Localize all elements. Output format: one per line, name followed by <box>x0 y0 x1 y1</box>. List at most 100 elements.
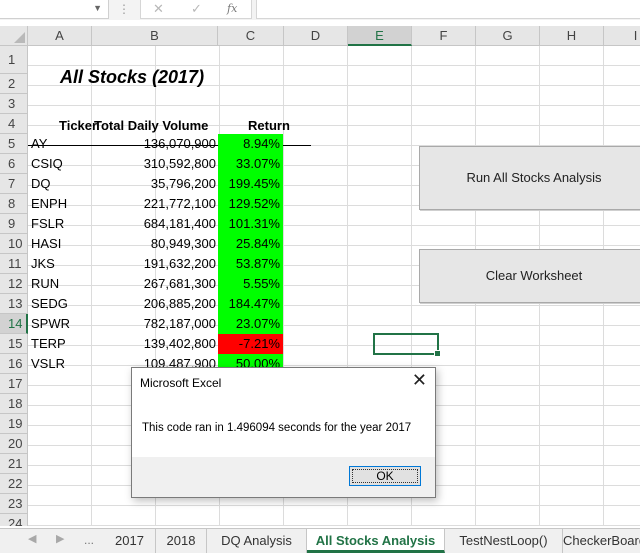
sheet-tab[interactable]: All Stocks Analysis <box>307 529 445 553</box>
ticker-cell[interactable]: RUN <box>31 274 93 294</box>
row-header-23[interactable]: 23 <box>0 494 28 514</box>
row-header-3[interactable]: 3 <box>0 94 28 114</box>
row-header-2[interactable]: 2 <box>0 74 28 94</box>
return-cell[interactable]: 33.07% <box>218 154 283 174</box>
ticker-cell[interactable]: ENPH <box>31 194 93 214</box>
volume-cell[interactable]: 221,772,100 <box>92 194 218 214</box>
sheet-title[interactable]: All Stocks (2017) <box>60 66 204 87</box>
drag-handle-icon[interactable]: ⋮ <box>118 2 131 16</box>
volume-cell[interactable]: 267,681,300 <box>92 274 218 294</box>
tab-prev-icon[interactable]: ◀ <box>28 532 36 545</box>
ticker-cell[interactable]: SPWR <box>31 314 93 334</box>
cancel-icon[interactable]: ✕ <box>153 1 164 17</box>
volume-cell[interactable]: 206,885,200 <box>92 294 218 314</box>
return-cell[interactable]: -7.21% <box>218 334 283 354</box>
row-header-21[interactable]: 21 <box>0 454 28 474</box>
sheet-tabs-bar: ◀ ▶ ... 2017 2018 DQ Analysis All Stocks An… <box>0 528 640 553</box>
column-header-f[interactable]: F <box>412 26 476 46</box>
ticker-cell[interactable]: JKS <box>31 254 93 274</box>
row-header-10[interactable]: 10 <box>0 234 28 254</box>
return-cell[interactable]: 101.31% <box>218 214 283 234</box>
column-header-i[interactable]: I <box>604 26 640 46</box>
ticker-cell[interactable]: DQ <box>31 174 93 194</box>
row-header-15[interactable]: 15 <box>0 334 28 354</box>
row-header-9[interactable]: 9 <box>0 214 28 234</box>
name-box[interactable]: ▼ <box>0 0 109 19</box>
column-header-a[interactable]: A <box>28 26 92 46</box>
run-analysis-button[interactable]: Run All Stocks Analysis <box>419 146 640 210</box>
chevron-down-icon[interactable]: ▼ <box>93 3 102 13</box>
return-cell[interactable]: 184.47% <box>218 294 283 314</box>
selected-cell[interactable] <box>373 333 441 357</box>
enter-icon[interactable]: ✓ <box>191 1 202 17</box>
column-header-c[interactable]: C <box>218 26 284 46</box>
formula-bar: ▼ ⋮ ✕ ✓ fx <box>0 0 640 20</box>
row-header-24[interactable]: 24 <box>0 514 28 526</box>
row-header-11[interactable]: 11 <box>0 254 28 274</box>
insert-function-icon[interactable]: fx <box>227 2 237 15</box>
return-cell[interactable]: 53.87% <box>218 254 283 274</box>
row-header-13[interactable]: 13 <box>0 294 28 314</box>
dialog-message: This code ran in 1.496094 seconds for th… <box>142 422 412 434</box>
select-all-corner[interactable] <box>0 26 28 46</box>
return-cell[interactable]: 25.84% <box>218 234 283 254</box>
column-header-e[interactable]: E <box>348 26 412 46</box>
header-return[interactable]: Return <box>248 116 312 136</box>
ticker-cell[interactable]: VSLR <box>31 354 93 374</box>
sheet-tab[interactable]: DQ Analysis <box>207 529 307 553</box>
ticker-cell[interactable]: TERP <box>31 334 93 354</box>
ticker-cell[interactable]: AY <box>31 134 93 154</box>
return-cell[interactable]: 199.45% <box>218 174 283 194</box>
row-header-14[interactable]: 14 <box>0 314 28 334</box>
tab-ellipsis[interactable]: ... <box>84 533 94 547</box>
column-header-h[interactable]: H <box>540 26 604 46</box>
formula-buttons: ✕ ✓ fx <box>140 0 252 19</box>
ticker-cell[interactable]: HASI <box>31 234 93 254</box>
column-header-b[interactable]: B <box>92 26 218 46</box>
ticker-cell[interactable]: CSIQ <box>31 154 93 174</box>
volume-cell[interactable]: 310,592,800 <box>92 154 218 174</box>
volume-cell[interactable]: 80,949,300 <box>92 234 218 254</box>
column-header-d[interactable]: D <box>284 26 348 46</box>
tab-next-icon[interactable]: ▶ <box>56 532 64 545</box>
return-cell[interactable]: 129.52% <box>218 194 283 214</box>
volume-cell[interactable]: 35,796,200 <box>92 174 218 194</box>
formula-input[interactable] <box>256 0 640 19</box>
return-cell[interactable]: 5.55% <box>218 274 283 294</box>
fill-handle[interactable] <box>434 350 441 357</box>
clear-worksheet-button[interactable]: Clear Worksheet <box>419 249 640 303</box>
row-header-1[interactable]: 1 <box>0 46 28 74</box>
sheet-tab[interactable]: 2017 <box>104 529 156 553</box>
header-volume[interactable]: Total Daily Volume <box>94 116 246 136</box>
message-dialog: Microsoft Excel ✕ This code ran in 1.496… <box>131 367 436 498</box>
row-header-20[interactable]: 20 <box>0 434 28 454</box>
row-header-19[interactable]: 19 <box>0 414 28 434</box>
volume-cell[interactable]: 139,402,800 <box>92 334 218 354</box>
dialog-footer: OK <box>132 457 435 497</box>
ok-button[interactable]: OK <box>349 466 421 486</box>
row-header-12[interactable]: 12 <box>0 274 28 294</box>
row-header-22[interactable]: 22 <box>0 474 28 494</box>
sheet-tab[interactable]: 2018 <box>156 529 207 553</box>
row-header-16[interactable]: 16 <box>0 354 28 374</box>
row-header-6[interactable]: 6 <box>0 154 28 174</box>
row-header-5[interactable]: 5 <box>0 134 28 154</box>
row-header-17[interactable]: 17 <box>0 374 28 394</box>
dialog-title: Microsoft Excel <box>140 376 222 390</box>
sheet-tab[interactable]: CheckerBoard <box>563 529 640 553</box>
return-cell[interactable]: 8.94% <box>218 134 283 154</box>
ticker-cell[interactable]: FSLR <box>31 214 93 234</box>
volume-cell[interactable]: 684,181,400 <box>92 214 218 234</box>
close-icon[interactable]: ✕ <box>412 370 427 391</box>
volume-cell[interactable]: 136,070,900 <box>92 134 218 154</box>
return-cell[interactable]: 23.07% <box>218 314 283 334</box>
row-header-7[interactable]: 7 <box>0 174 28 194</box>
volume-cell[interactable]: 191,632,200 <box>92 254 218 274</box>
row-header-18[interactable]: 18 <box>0 394 28 414</box>
ticker-cell[interactable]: SEDG <box>31 294 93 314</box>
column-header-g[interactable]: G <box>476 26 540 46</box>
row-header-8[interactable]: 8 <box>0 194 28 214</box>
volume-cell[interactable]: 782,187,000 <box>92 314 218 334</box>
row-header-4[interactable]: 4 <box>0 114 28 134</box>
sheet-tab[interactable]: TestNestLoop() <box>445 529 563 553</box>
